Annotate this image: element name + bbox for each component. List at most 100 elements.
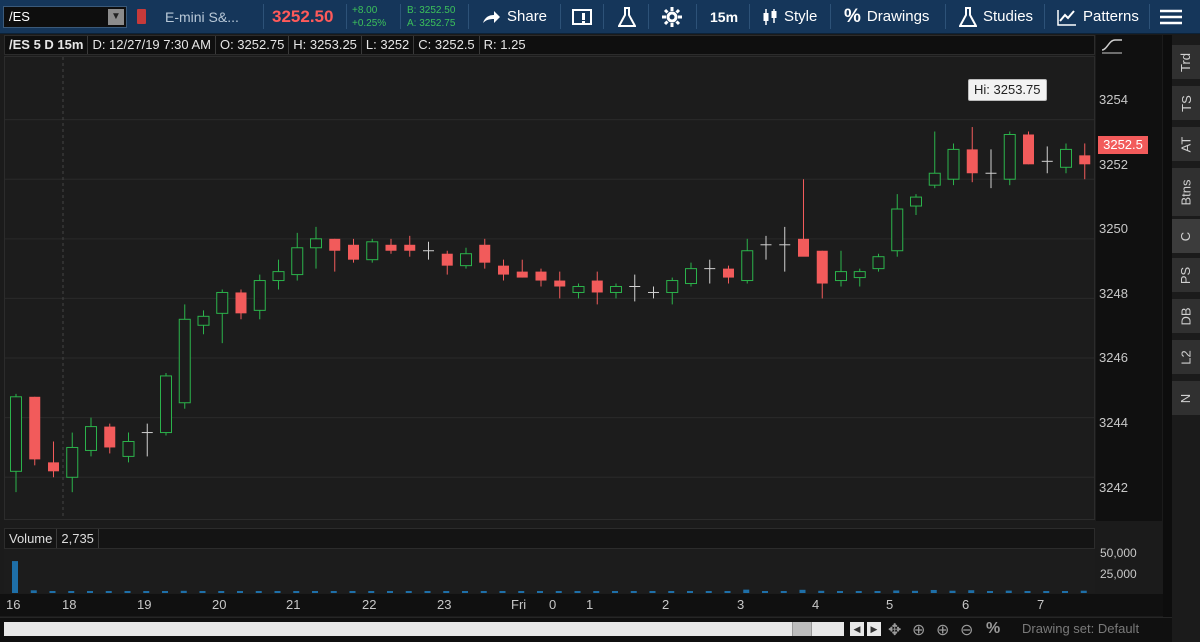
candle[interactable]: [1023, 131, 1034, 165]
volume-panel[interactable]: [4, 549, 1095, 593]
candlestick-chart[interactable]: [5, 57, 1094, 519]
symbol-input[interactable]: /ES ▼: [3, 6, 127, 28]
candle[interactable]: [141, 423, 153, 457]
candle[interactable]: [366, 238, 379, 263]
candle[interactable]: [160, 372, 172, 436]
candle[interactable]: [441, 250, 453, 275]
scrollbar-thumb[interactable]: [792, 622, 812, 636]
candle[interactable]: [985, 149, 997, 189]
candle[interactable]: [479, 238, 491, 269]
candle[interactable]: [853, 268, 866, 287]
candle[interactable]: [666, 277, 679, 305]
candle[interactable]: [872, 253, 885, 272]
candle[interactable]: [704, 259, 716, 284]
tab-l2[interactable]: L2: [1172, 340, 1200, 375]
tab-db[interactable]: DB: [1172, 299, 1200, 334]
top-toolbar: /ES ▼ E-mini S&... 3252.50 +8.00 +0.25% …: [0, 0, 1200, 34]
candle[interactable]: [891, 194, 904, 257]
tab-c[interactable]: C: [1172, 219, 1200, 254]
tab-at[interactable]: AT: [1172, 127, 1200, 162]
candle[interactable]: [48, 441, 59, 478]
zoom-in-icon[interactable]: ⊕: [936, 620, 949, 640]
time-axis[interactable]: 16 18 19 20 21 22 23 Fri 0 1 2 3 4 5 6 7: [0, 594, 1163, 616]
candle[interactable]: [460, 247, 472, 269]
candle[interactable]: [1003, 131, 1016, 186]
zoom-out-icon[interactable]: ⊖: [960, 620, 973, 640]
scroll-right-button[interactable]: ▶: [867, 622, 881, 636]
candle[interactable]: [348, 238, 359, 263]
patterns-button[interactable]: Patterns: [1057, 0, 1139, 33]
candle[interactable]: [572, 283, 585, 299]
candle[interactable]: [910, 194, 922, 215]
candle[interactable]: [385, 238, 397, 254]
candle[interactable]: [629, 274, 641, 302]
candle[interactable]: [272, 259, 285, 290]
tab-label: PS: [1178, 266, 1194, 284]
candle[interactable]: [197, 310, 210, 335]
candle[interactable]: [591, 271, 603, 305]
menu-button[interactable]: [1160, 0, 1182, 33]
candle[interactable]: [779, 226, 791, 272]
price-chart[interactable]: [4, 56, 1095, 520]
candle[interactable]: [835, 250, 847, 287]
candle[interactable]: [329, 238, 341, 272]
candle[interactable]: [610, 283, 622, 299]
price-axis[interactable]: 3254 3252 3250 3248 3246 3244 3242: [1096, 35, 1162, 521]
drawing-set-label[interactable]: Drawing set: Default: [1022, 621, 1139, 636]
candle[interactable]: [685, 262, 697, 287]
drawings-button[interactable]: % Drawings: [844, 0, 929, 33]
candle[interactable]: [498, 259, 509, 281]
percent-icon[interactable]: %: [986, 620, 1000, 638]
candle[interactable]: [1060, 143, 1072, 174]
volume-label[interactable]: Volume: [5, 529, 58, 548]
flag-icon[interactable]: [137, 9, 146, 24]
tab-n[interactable]: N: [1172, 381, 1200, 416]
candle[interactable]: [1041, 146, 1053, 174]
candle[interactable]: [29, 396, 41, 466]
candle[interactable]: [535, 268, 547, 287]
tab-ps[interactable]: PS: [1172, 258, 1200, 293]
tab-btns[interactable]: Btns: [1172, 168, 1200, 217]
candle[interactable]: [216, 289, 229, 344]
candle[interactable]: [723, 265, 734, 284]
studies-button[interactable]: Studies: [959, 0, 1033, 33]
flask-button[interactable]: [618, 0, 636, 33]
style-button[interactable]: Style: [762, 0, 817, 33]
timeframe-button[interactable]: 15m: [710, 0, 738, 33]
scroll-left-button[interactable]: ◀: [850, 622, 864, 636]
candle-body: [666, 280, 679, 293]
pan-icon[interactable]: ✥: [888, 620, 901, 640]
study-icon[interactable]: [1101, 36, 1123, 54]
candle[interactable]: [235, 289, 247, 320]
tab-trd[interactable]: Trd: [1172, 45, 1200, 80]
candle[interactable]: [648, 286, 659, 299]
candle[interactable]: [928, 131, 941, 189]
symbol-period[interactable]: /ES 5 D 15m: [5, 36, 89, 54]
candle[interactable]: [66, 432, 79, 493]
candle[interactable]: [966, 127, 978, 183]
candle[interactable]: [310, 226, 322, 269]
candle[interactable]: [253, 274, 266, 320]
tab-ts[interactable]: TS: [1172, 86, 1200, 121]
candle[interactable]: [816, 250, 828, 299]
chevron-down-icon[interactable]: ▼: [108, 9, 124, 25]
candle[interactable]: [554, 271, 566, 299]
candle[interactable]: [947, 143, 960, 186]
candle[interactable]: [85, 417, 97, 457]
candle[interactable]: [798, 179, 809, 257]
candle[interactable]: [760, 235, 772, 260]
candle[interactable]: [178, 304, 191, 409]
notes-button[interactable]: [572, 0, 592, 33]
candle[interactable]: [741, 238, 754, 284]
candle[interactable]: [291, 232, 304, 281]
candle[interactable]: [1079, 143, 1091, 180]
candle[interactable]: [122, 432, 135, 463]
candle[interactable]: [516, 259, 528, 278]
crosshair-icon[interactable]: ⊕: [912, 620, 925, 640]
horizontal-scrollbar[interactable]: [4, 622, 844, 636]
settings-button[interactable]: [662, 0, 682, 33]
share-button[interactable]: Share: [481, 0, 547, 33]
candle[interactable]: [423, 241, 434, 260]
volume-bar: [912, 590, 918, 593]
candle[interactable]: [104, 423, 116, 454]
